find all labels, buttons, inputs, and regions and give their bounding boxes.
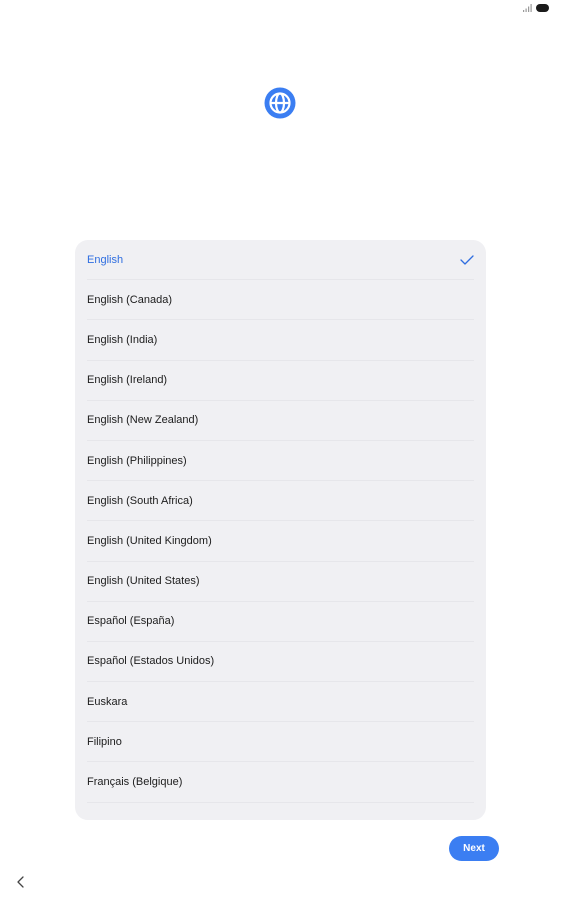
language-item-label: Français (Belgique) — [87, 776, 183, 789]
language-item-label: English (New Zealand) — [87, 414, 199, 427]
language-item[interactable]: English (Philippines) — [87, 441, 474, 482]
language-item-label: Filipino — [87, 735, 122, 748]
battery-icon — [536, 4, 549, 12]
list-fade — [75, 806, 486, 820]
language-item[interactable]: Español (Estados Unidos) — [87, 642, 474, 683]
language-item-label: Euskara — [87, 695, 128, 708]
language-item[interactable]: Filipino — [87, 722, 474, 763]
status-bar — [523, 1, 549, 15]
language-list[interactable]: English English (Canada) English (India) En… — [75, 240, 486, 820]
language-item-label: English (South Africa) — [87, 494, 193, 507]
language-item[interactable]: English (Canada) — [87, 280, 474, 321]
check-icon — [460, 254, 474, 265]
language-item-label: English (United States) — [87, 575, 200, 588]
language-item[interactable]: English (South Africa) — [87, 481, 474, 522]
language-item[interactable]: English (United Kingdom) — [87, 521, 474, 562]
language-item-label: Español (Estados Unidos) — [87, 655, 215, 668]
language-item-label: English (Canada) — [87, 293, 172, 306]
language-selection-screen: English English (Canada) English (India) En… — [0, 0, 561, 898]
language-item[interactable]: Español (España) — [87, 602, 474, 642]
language-item[interactable]: English (India) — [87, 320, 474, 361]
language-item-label: English (Ireland) — [87, 374, 168, 387]
language-item[interactable]: English (United States) — [87, 562, 474, 602]
language-item[interactable]: Euskara — [87, 682, 474, 723]
globe-icon — [264, 87, 296, 119]
language-item-label: Español (España) — [87, 615, 175, 628]
language-item-label: English — [87, 253, 124, 266]
language-item[interactable]: English (Ireland) — [87, 361, 474, 401]
chevron-left-icon[interactable] — [14, 875, 28, 889]
language-item-label: English (Philippines) — [87, 454, 187, 467]
next-button[interactable]: Next — [449, 836, 499, 861]
language-item[interactable]: Français (Belgique) — [87, 762, 474, 803]
language-item-label: English (United Kingdom) — [87, 534, 212, 547]
language-item[interactable]: English (New Zealand) — [87, 401, 474, 441]
language-item-label: English (India) — [87, 333, 158, 346]
language-item[interactable]: English — [87, 240, 474, 281]
signal-icon — [523, 4, 532, 12]
